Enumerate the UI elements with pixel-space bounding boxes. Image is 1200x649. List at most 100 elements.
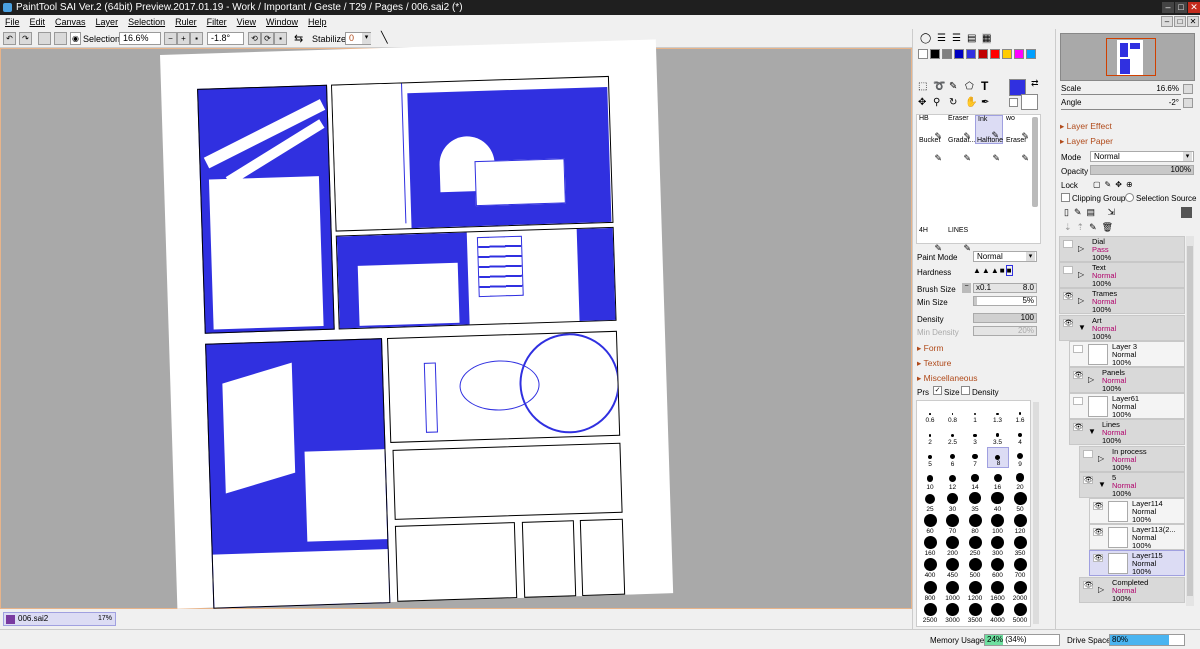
hand-tool-icon[interactable]: ✋ [965,97,977,108]
layer-row[interactable]: 👁 ▼ 5 Normal 100% [1079,471,1185,498]
brush-size-preset[interactable]: 10 [919,470,941,491]
folder-expanded-icon[interactable]: ▼ [1088,428,1096,436]
brush-size-preset[interactable]: 400 [919,558,941,579]
brush-size-preset[interactable]: 0.8 [942,403,964,424]
brush-size-preset[interactable]: 1000 [942,580,964,602]
layer-mode-select[interactable]: Normal [1090,151,1194,162]
scale-slider[interactable] [1061,94,1181,95]
brush-size-preset[interactable]: 12 [942,470,964,491]
brush-size-preset[interactable]: 700 [1009,558,1031,579]
layer-row[interactable]: 👁 Layer115 Normal 100% [1089,550,1185,577]
rotate-tool-icon[interactable]: ↻ [949,97,957,108]
brush-size-preset[interactable]: 20 [1009,470,1031,491]
zoom-tool-icon[interactable]: ⚲ [933,97,940,108]
canvas-page[interactable] [160,39,674,609]
visibility-eye-icon[interactable] [1073,397,1083,406]
brush-size-preset[interactable]: 4 [1009,425,1031,446]
brush-size-preset[interactable]: 3000 [942,602,964,624]
misc-section[interactable]: ▸ Miscellaneous [917,373,978,384]
mdi-close-button[interactable]: ✕ [1187,16,1199,27]
brush-size-preset[interactable]: 300 [987,536,1009,557]
brush-size-preset[interactable]: 25 [919,492,941,513]
layer-row[interactable]: 👁 ▷ Trames Normal 100% [1059,288,1185,315]
visibility-eye-icon[interactable]: 👁 [1073,423,1083,432]
color-swatch[interactable] [1014,49,1024,59]
layer-paper-section[interactable]: ▸ Layer Paper [1060,136,1113,147]
folder-collapsed-icon[interactable]: ▷ [1098,585,1104,594]
invert-selection-icon[interactable] [54,32,67,45]
shape-select-icon[interactable]: ⬠ [965,81,974,92]
angle-slider[interactable] [1061,109,1181,110]
folder-collapsed-icon[interactable]: ▷ [1088,376,1094,384]
zoom-reset-icon[interactable]: ▪ [190,32,203,45]
brush-size-preset[interactable]: 60 [919,514,941,535]
folder-collapsed-icon[interactable]: ▷ [1078,245,1084,253]
layer-row[interactable]: ▷ Dial Pass 100% [1059,236,1185,262]
density-checkbox[interactable] [961,386,970,395]
size-checkbox[interactable]: ✓ [933,386,942,395]
brush-size-preset[interactable]: 800 [919,580,941,602]
palette-icon[interactable]: ▦ [982,33,992,44]
menu-ruler[interactable]: Ruler [170,15,202,29]
flip-horizontal-icon[interactable]: ⇆ [294,32,303,45]
form-section[interactable]: ▸ Form [917,343,943,354]
maximize-button[interactable]: □ [1175,2,1187,13]
hardness-selector[interactable]: ▲▲▲■■ [973,265,1037,276]
straight-line-icon[interactable]: ╲ [381,31,388,44]
navigator-preview[interactable] [1060,33,1195,81]
brush-size-preset[interactable]: 1 [964,403,986,424]
layer-row[interactable]: 👁 Layer113(2... Normal 100% [1089,524,1185,551]
selection-source-radio[interactable] [1125,193,1134,202]
paint-mode-select[interactable]: Normal [973,251,1037,262]
mdi-restore-button[interactable]: □ [1174,16,1186,27]
rotate-reset-nav-icon[interactable] [1183,98,1193,108]
brush-size-preset[interactable]: 1600 [987,580,1009,602]
visibility-eye-icon[interactable] [1073,344,1083,353]
color-swatch[interactable] [942,49,952,59]
brush-size-preset[interactable]: 7 [964,447,986,468]
layer-settings-icon[interactable] [1181,207,1192,218]
color-swatch[interactable] [978,49,988,59]
color-swatch[interactable] [918,49,928,59]
layer-actions-row-1[interactable]: ▯✎▤ ⇲ [1064,207,1120,218]
brush-size-preset[interactable]: 100 [987,514,1009,535]
density-slider[interactable]: 100 [973,313,1037,323]
visibility-eye-icon[interactable]: 👁 [1093,554,1103,563]
selection-visibility-icon[interactable]: ◉ [70,32,81,45]
visibility-eye-icon[interactable]: 👁 [1083,580,1093,589]
opacity-slider[interactable]: 100% [1090,165,1194,175]
zoom-in-nav-icon[interactable] [1183,84,1193,94]
menu-canvas[interactable]: Canvas [50,15,91,29]
brush-size-preset[interactable]: 200 [942,536,964,557]
brush-slot[interactable]: Gradat... ✎ [946,137,975,166]
rect-select-icon[interactable]: ⬚ [918,81,927,92]
layer-list-scroll-thumb[interactable] [1187,246,1193,596]
brush-size-preset[interactable]: 16 [987,470,1009,491]
text-tool-icon[interactable]: T [981,79,988,93]
rgb-slider-icon[interactable]: ☰ [937,33,946,44]
zoom-field[interactable]: 16.6% [119,32,161,45]
lock-icons[interactable]: ▢✎✥⊕ [1093,180,1137,189]
texture-section[interactable]: ▸ Texture [917,358,951,369]
hsv-slider-icon[interactable]: ☰ [952,33,961,44]
layer-row[interactable]: Layer61 Normal 100% [1069,393,1185,420]
lasso-icon[interactable]: ➰ [933,81,945,92]
menu-filter[interactable]: Filter [202,15,232,29]
minimize-button[interactable]: – [1162,2,1174,13]
color-swatch[interactable] [990,49,1000,59]
brush-size-preset[interactable]: 70 [942,514,964,535]
folder-collapsed-icon[interactable]: ▷ [1078,271,1084,279]
secondary-color-swatch[interactable] [1021,94,1038,110]
layer-row[interactable]: 👁 ▷ Panels Normal 100% [1069,367,1185,393]
brush-size-preset[interactable]: 4000 [987,602,1009,624]
brush-slot[interactable]: Eraser ✎ [1004,137,1032,166]
layer-list-scrollbar[interactable] [1186,236,1194,606]
layer-row[interactable]: 👁 ▷ Completed Normal 100% [1079,576,1185,603]
visibility-eye-icon[interactable] [1063,266,1073,275]
visibility-eye-icon[interactable] [1063,240,1073,248]
zoom-out-icon[interactable]: − [164,32,177,45]
navigator-viewport[interactable] [1106,38,1156,76]
brush-size-preset[interactable]: 600 [987,558,1009,579]
folder-expanded-icon[interactable]: ▼ [1078,323,1086,332]
layer-row[interactable]: Layer 3 Normal 100% [1069,340,1185,367]
